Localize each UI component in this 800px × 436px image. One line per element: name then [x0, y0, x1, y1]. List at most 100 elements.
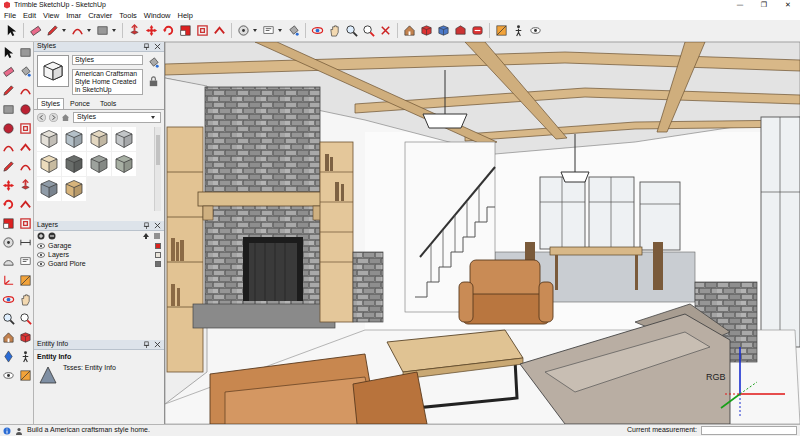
house-icon[interactable]: [402, 23, 417, 38]
style-tab[interactable]: Tools: [96, 98, 120, 109]
circle-icon[interactable]: [18, 102, 33, 117]
style-description-field[interactable]: American Craftsman Style Home Created in…: [72, 69, 143, 94]
layer-color-swatch[interactable]: [155, 261, 161, 267]
arc-icon[interactable]: [18, 83, 33, 98]
style-thumbnail[interactable]: [87, 152, 111, 176]
rectangle-icon[interactable]: [95, 23, 110, 38]
maximize-button[interactable]: ❐: [752, 1, 776, 9]
menu-item[interactable]: File: [4, 11, 16, 20]
layers-panel-header[interactable]: Layers: [34, 221, 164, 231]
pencil-icon[interactable]: [1, 159, 16, 174]
move-icon[interactable]: [1, 178, 16, 193]
rotate-icon[interactable]: [1, 197, 16, 212]
paint-icon[interactable]: [286, 23, 301, 38]
menu-item[interactable]: Help: [178, 11, 193, 20]
eye-icon[interactable]: [37, 261, 45, 267]
protractor-icon[interactable]: [1, 254, 16, 269]
scrollbar-thumb[interactable]: [156, 135, 160, 165]
box-red-icon[interactable]: [419, 23, 434, 38]
close-icon[interactable]: [154, 43, 161, 50]
menu-item[interactable]: Window: [144, 11, 171, 20]
menu-item[interactable]: Tools: [119, 11, 137, 20]
style-tab[interactable]: Ponce: [66, 98, 94, 109]
style-tab[interactable]: Styles: [37, 98, 64, 109]
text-icon[interactable]: [261, 23, 276, 38]
follow-icon[interactable]: [18, 197, 33, 212]
style-thumbnail[interactable]: [87, 127, 111, 151]
style-thumbnail[interactable]: [62, 127, 86, 151]
layer-name[interactable]: Goard Plore: [48, 260, 152, 268]
eye-icon[interactable]: [37, 243, 45, 249]
follow-icon[interactable]: [18, 140, 33, 155]
layer-row[interactable]: Goard Plore: [34, 260, 164, 269]
style-collection-dropdown[interactable]: Styles: [73, 112, 161, 122]
arc-icon[interactable]: [18, 159, 33, 174]
add-layer-icon[interactable]: [37, 232, 45, 240]
axes-icon[interactable]: [1, 273, 16, 288]
style-thumbnail[interactable]: [62, 152, 86, 176]
text-icon[interactable]: [18, 254, 33, 269]
measurement-field[interactable]: [701, 426, 797, 435]
section-icon[interactable]: [18, 273, 33, 288]
layer-menu-icon[interactable]: [153, 232, 161, 240]
scale-icon[interactable]: [1, 216, 16, 231]
style-thumbnail[interactable]: [37, 127, 61, 151]
dropdown-caret-icon[interactable]: [253, 29, 257, 32]
back-arrow-icon[interactable]: [37, 113, 46, 122]
details-arrow-icon[interactable]: [142, 232, 150, 240]
zoom-extents-icon[interactable]: [361, 23, 376, 38]
pencil-icon[interactable]: [45, 23, 60, 38]
push-pull-icon[interactable]: [127, 23, 142, 38]
eraser-icon[interactable]: [1, 64, 16, 79]
tape-icon[interactable]: [236, 23, 251, 38]
entity-info-header[interactable]: Entity Info: [34, 340, 164, 350]
rotate-icon[interactable]: [161, 23, 176, 38]
orbit-icon[interactable]: [1, 292, 16, 307]
scale-icon[interactable]: [178, 23, 193, 38]
dropdown-caret-icon[interactable]: [62, 29, 66, 32]
pin-icon[interactable]: [143, 222, 150, 229]
pin-icon[interactable]: [143, 43, 150, 50]
section-icon[interactable]: [494, 23, 509, 38]
offset-icon[interactable]: [195, 23, 210, 38]
move-icon[interactable]: [144, 23, 159, 38]
lock-icon[interactable]: [146, 74, 161, 89]
scrollbar[interactable]: [154, 127, 161, 211]
layer-name[interactable]: Layers: [48, 251, 152, 259]
delete-layer-icon[interactable]: [48, 232, 56, 240]
extension-icon[interactable]: [470, 23, 485, 38]
box-red-icon[interactable]: [18, 330, 33, 345]
info-icon[interactable]: [3, 427, 11, 435]
style-thumbnail[interactable]: [112, 127, 136, 151]
zoom-icon[interactable]: [1, 311, 16, 326]
circle-icon[interactable]: [1, 121, 16, 136]
rectangle-icon[interactable]: [1, 102, 16, 117]
style-thumbnail[interactable]: [112, 152, 136, 176]
walk-icon[interactable]: [511, 23, 526, 38]
layer-color-swatch[interactable]: [155, 252, 161, 258]
pan-icon[interactable]: [327, 23, 342, 38]
pan-icon[interactable]: [18, 292, 33, 307]
zoom-icon[interactable]: [344, 23, 359, 38]
select-icon[interactable]: [4, 23, 19, 38]
select-icon[interactable]: [1, 45, 16, 60]
dimension-icon[interactable]: [18, 235, 33, 250]
pencil-icon[interactable]: [1, 83, 16, 98]
eraser-icon[interactable]: [28, 23, 43, 38]
layer-name[interactable]: Garage: [48, 242, 152, 250]
style-thumbnail[interactable]: [37, 152, 61, 176]
offset-icon[interactable]: [18, 121, 33, 136]
walk-icon[interactable]: [18, 349, 33, 364]
layer-color-swatch[interactable]: [155, 243, 161, 249]
orbit-icon[interactable]: [310, 23, 325, 38]
forward-arrow-icon[interactable]: [49, 113, 58, 122]
tape-icon[interactable]: [1, 235, 16, 250]
section-icon[interactable]: [18, 368, 33, 383]
layer-row[interactable]: Garage: [34, 242, 164, 251]
home-icon[interactable]: [61, 113, 70, 122]
look-icon[interactable]: [528, 23, 543, 38]
styles-panel-header[interactable]: Styles: [34, 42, 164, 52]
viewport[interactable]: RGB: [165, 42, 800, 424]
menu-item[interactable]: Edit: [23, 11, 36, 20]
dropdown-caret-icon[interactable]: [151, 116, 155, 119]
